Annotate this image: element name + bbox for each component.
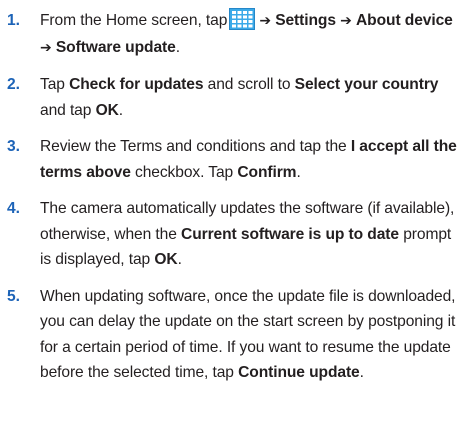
- step-text: Review the Terms and conditions and tap …: [40, 138, 351, 155]
- current-software-label: Current software is up to date: [181, 225, 399, 243]
- step-text-end: .: [118, 101, 123, 119]
- step-text-end: .: [177, 251, 182, 268]
- ok-label: OK: [154, 251, 178, 268]
- step-text-end: .: [296, 163, 301, 181]
- step-number: 1.: [7, 12, 20, 29]
- continue-update-label: Continue update: [238, 364, 360, 381]
- settings-label: Settings: [275, 12, 336, 29]
- instruction-steps: 1. From the Home screen, tap ➔ Settings …: [0, 8, 469, 397]
- step-number: 2.: [7, 76, 20, 93]
- select-country-label: Select your country: [294, 76, 439, 93]
- step-text: checkbox. Tap: [130, 163, 238, 181]
- step-text: From the Home screen, tap: [40, 12, 228, 29]
- arrow-icon: ➔: [40, 39, 52, 56]
- step-text: and scroll to: [203, 76, 295, 93]
- step-text-end: .: [175, 38, 180, 56]
- step-number: 5.: [7, 287, 20, 305]
- about-device-label: About device: [356, 12, 453, 29]
- step-5: 5. When updating software, once the upda…: [0, 284, 469, 386]
- step-2: 2. Tap Check for updates and scroll to S…: [0, 72, 469, 123]
- step-3: 3. Review the Terms and conditions and t…: [0, 134, 469, 185]
- step-number: 4.: [7, 200, 20, 217]
- arrow-icon: ➔: [340, 13, 352, 29]
- ok-label: OK: [95, 101, 119, 119]
- arrow-icon: ➔: [259, 13, 271, 29]
- check-for-updates-label: Check for updates: [69, 76, 204, 93]
- step-text-end: .: [359, 364, 364, 381]
- apps-grid-icon: [229, 8, 256, 30]
- software-update-label: Software update: [55, 38, 176, 56]
- step-1: 1. From the Home screen, tap ➔ Settings …: [0, 8, 469, 61]
- step-4: 4. The camera automatically updates the …: [0, 196, 469, 273]
- step-text: Tap: [40, 76, 70, 93]
- step-number: 3.: [7, 138, 20, 155]
- confirm-label: Confirm: [237, 163, 297, 181]
- step-text: and tap: [40, 101, 96, 119]
